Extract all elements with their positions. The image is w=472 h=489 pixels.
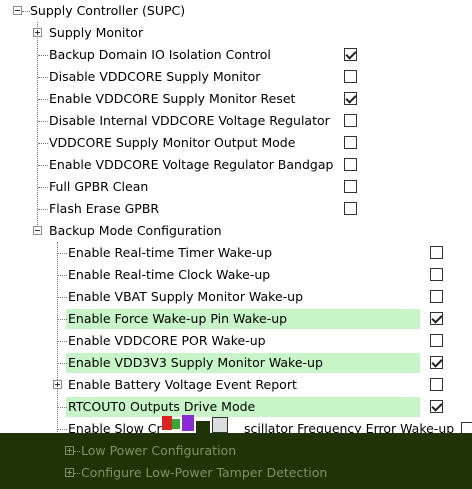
option-label: Enable VDDCORE POR Wake-up (68, 333, 266, 348)
tree-node-supc[interactable]: Supply Controller (SUPC) (0, 0, 472, 22)
option-row[interactable]: Flash Erase GPBR (0, 198, 472, 220)
option-checkbox[interactable] (344, 180, 357, 193)
option-row[interactable]: Enable Real-time Timer Wake-up (0, 242, 472, 264)
option-checkbox[interactable] (344, 136, 357, 149)
tree-node-tamper-detection[interactable]: Configure Low-Power Tamper Detection (0, 462, 472, 484)
option-checkbox[interactable] (344, 48, 357, 61)
tree-connector (58, 275, 67, 276)
option-checkbox[interactable] (430, 400, 443, 413)
tree-connector (38, 77, 48, 78)
dark-overlay-band: Low Power Configuration Configure Low-Po… (0, 433, 472, 489)
option-row[interactable]: Enable VDDCORE Supply Monitor Reset (0, 88, 472, 110)
tree-node-label: Supply Controller (SUPC) (30, 3, 186, 18)
tree-connector (58, 341, 67, 342)
option-label: Enable Force Wake-up Pin Wake-up (68, 311, 288, 326)
option-label: Disable VDDCORE Supply Monitor (49, 69, 261, 84)
tree-connector (38, 143, 48, 144)
option-label: VDDCORE Supply Monitor Output Mode (49, 135, 296, 150)
tree-node-backup-mode[interactable]: Backup Mode Configuration (0, 220, 472, 242)
render-glitch (160, 413, 240, 435)
tree-connector (58, 297, 67, 298)
tree-connector (38, 55, 48, 56)
tree-connector (38, 209, 48, 210)
option-checkbox[interactable] (344, 114, 357, 127)
option-checkbox[interactable] (344, 70, 357, 83)
option-row-expandable[interactable]: Enable Battery Voltage Event Report (0, 374, 472, 396)
expand-icon[interactable] (65, 446, 74, 455)
tree-node-label: Low Power Configuration (81, 443, 237, 458)
tree-node-label: Configure Low-Power Tamper Detection (81, 465, 328, 480)
option-checkbox[interactable] (344, 92, 357, 105)
option-row-highlighted[interactable]: Enable Force Wake-up Pin Wake-up (0, 308, 472, 330)
tree-connector (58, 319, 67, 320)
option-label: Enable VDD3V3 Supply Monitor Wake-up (68, 355, 323, 370)
tree-connector (22, 11, 30, 12)
tree-connector (74, 451, 80, 452)
option-row-highlighted[interactable]: Enable VDD3V3 Supply Monitor Wake-up (0, 352, 472, 374)
option-label: Disable Internal VDDCORE Voltage Regulat… (49, 113, 330, 128)
option-checkbox[interactable] (430, 356, 443, 369)
option-checkbox[interactable] (430, 312, 443, 325)
option-row[interactable]: Full GPBR Clean (0, 176, 472, 198)
tree-connector (58, 407, 67, 408)
tree-connector (58, 429, 67, 430)
option-label: Backup Domain IO Isolation Control (49, 47, 271, 62)
collapse-icon[interactable] (13, 6, 22, 15)
option-label: Enable VBAT Supply Monitor Wake-up (68, 289, 303, 304)
option-label: Enable VDDCORE Voltage Regulator Bandgap (49, 157, 334, 172)
option-row[interactable]: Disable Internal VDDCORE Voltage Regulat… (0, 110, 472, 132)
option-row[interactable]: Enable VDDCORE Voltage Regulator Bandgap (0, 154, 472, 176)
option-checkbox[interactable] (344, 202, 357, 215)
option-checkbox[interactable] (344, 158, 357, 171)
option-label: Full GPBR Clean (49, 179, 149, 194)
collapse-icon[interactable] (33, 226, 42, 235)
supc-config-tree: Supply Controller (SUPC) Supply Monitor … (0, 0, 472, 489)
tree-node-supply-monitor[interactable]: Supply Monitor (0, 22, 472, 44)
tree-connector (38, 165, 48, 166)
option-row[interactable]: Backup Domain IO Isolation Control (0, 44, 472, 66)
option-label: Enable Real-time Clock Wake-up (68, 267, 271, 282)
option-row[interactable]: Enable VDDCORE POR Wake-up (0, 330, 472, 352)
option-row[interactable]: VDDCORE Supply Monitor Output Mode (0, 132, 472, 154)
tree-node-low-power[interactable]: Low Power Configuration (0, 440, 472, 462)
tree-node-label: Backup Mode Configuration (49, 223, 222, 238)
expand-icon[interactable] (65, 468, 74, 477)
tree-connector (38, 99, 48, 100)
expand-icon[interactable] (33, 28, 42, 37)
tree-connector (58, 253, 67, 254)
option-checkbox[interactable] (430, 290, 443, 303)
option-label: Enable VDDCORE Supply Monitor Reset (49, 91, 296, 106)
option-row[interactable]: Enable Real-time Clock Wake-up (0, 264, 472, 286)
expand-icon[interactable] (53, 380, 62, 389)
tree-connector (38, 187, 48, 188)
option-label: Flash Erase GPBR (49, 201, 160, 216)
option-checkbox[interactable] (430, 246, 443, 259)
tree-connector (38, 121, 48, 122)
option-checkbox[interactable] (430, 268, 443, 281)
option-row[interactable]: Disable VDDCORE Supply Monitor (0, 66, 472, 88)
option-label: Enable Real-time Timer Wake-up (68, 245, 272, 260)
option-row[interactable]: Enable VBAT Supply Monitor Wake-up (0, 286, 472, 308)
option-label: Enable Battery Voltage Event Report (68, 377, 297, 392)
option-checkbox[interactable] (430, 334, 443, 347)
tree-connector (74, 473, 80, 474)
tree-node-label: Supply Monitor (49, 25, 144, 40)
option-checkbox[interactable] (430, 378, 443, 391)
tree-connector (58, 363, 67, 364)
